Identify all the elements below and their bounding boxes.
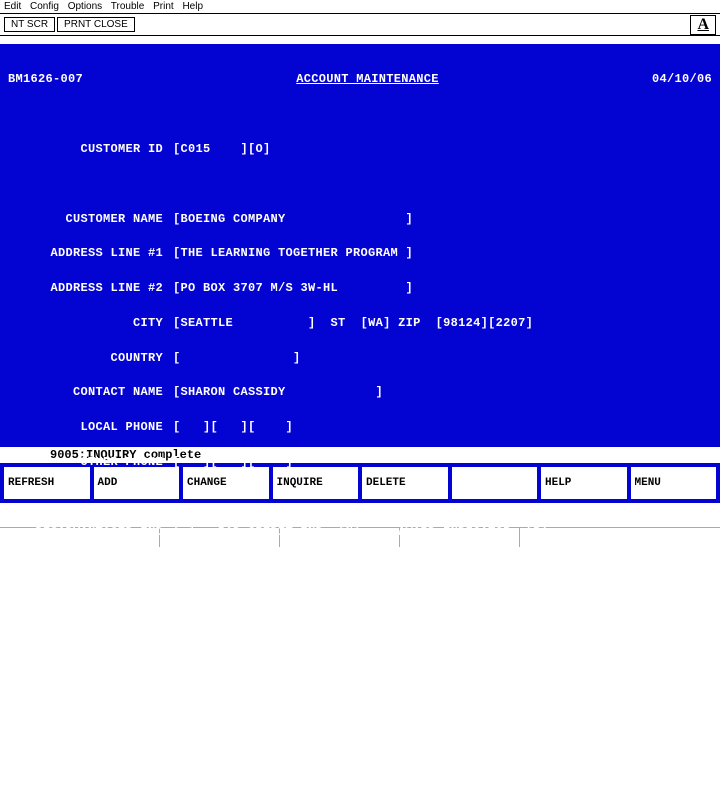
label-country: COUNTRY	[8, 350, 173, 367]
field-indicators[interactable]: [ ] BAD CREDIT IND [N] AWARD INDICATOR […	[173, 524, 712, 541]
menu-help[interactable]: Help	[182, 1, 203, 12]
field-debt-row[interactable]: [12] DUE TO/FROM [ ] HOME CAMPUS [100]	[173, 593, 712, 610]
field-billing-row[interactable]: [QY] PYMT SCHEDULE [01] INVOICE METHOD […	[173, 663, 712, 680]
label-billing-schedule: BILLING SCHEDULE	[8, 663, 173, 680]
label-other-phone: OTHER PHONE	[8, 454, 173, 471]
screen-title: ACCOUNT MAINTENANCE	[83, 71, 652, 88]
label-debt-type: DEBT TYPE	[8, 593, 173, 610]
toolbar: NT SCR PRNT CLOSE A	[0, 14, 720, 36]
label-city: CITY	[8, 315, 173, 332]
label-contact: CONTACT NAME	[8, 384, 173, 401]
label-customer-id: CUSTOMER ID	[8, 141, 173, 158]
menu-edit[interactable]: Edit	[4, 1, 21, 12]
field-customer-id[interactable]: [C015 ][O]	[173, 141, 712, 158]
menu-trouble[interactable]: Trouble	[111, 1, 145, 12]
field-addr1[interactable]: [THE LEARNING TOGETHER PROGRAM ]	[173, 245, 712, 262]
screen-date: 04/10/06	[652, 71, 712, 88]
menu-options[interactable]: Options	[68, 1, 102, 12]
field-other-phone[interactable]: [ ][ ][ ]	[173, 454, 712, 471]
menu-config[interactable]: Config	[30, 1, 59, 12]
field-customer-name[interactable]: [BOEING COMPANY ]	[173, 211, 712, 228]
field-addr2[interactable]: [PO BOX 3707 M/S 3W-HL ]	[173, 280, 712, 297]
field-review-row[interactable]: [101794] LAST INVOICE DATE [ ]	[173, 732, 712, 749]
field-ssn-row[interactable]: INCL SSN ON BILLING [ ]	[173, 767, 712, 784]
label-review-date: REVIEW DATE	[8, 732, 173, 749]
field-country[interactable]: [ ]	[173, 350, 712, 367]
print-close-button[interactable]: PRNT CLOSE	[57, 17, 135, 32]
program-id: BM1626-007	[8, 71, 83, 88]
menubar: Edit Config Options Trouble Print Help	[0, 0, 720, 14]
label-addr1: ADDRESS LINE #1	[8, 245, 173, 262]
label-addr2: ADDRESS LINE #2	[8, 280, 173, 297]
terminal-screen: BM1626-007 ACCOUNT MAINTENANCE 04/10/06 …	[0, 44, 720, 447]
font-indicator[interactable]: A	[690, 15, 716, 35]
print-screen-button[interactable]: NT SCR	[4, 17, 55, 32]
menu-print[interactable]: Print	[153, 1, 174, 12]
field-city-st-zip[interactable]: [SEATTLE ] ST [WA] ZIP [98124][2207]	[173, 315, 712, 332]
field-contact[interactable]: [SHARON CASSIDY ]	[173, 384, 712, 401]
label-local-phone: LOCAL PHONE	[8, 419, 173, 436]
label-disadvantaged: DISADVANTAGED IND	[8, 524, 173, 541]
field-local-phone[interactable]: [ ][ ][ ]	[173, 419, 712, 436]
label-customer-name: CUSTOMER NAME	[8, 211, 173, 228]
